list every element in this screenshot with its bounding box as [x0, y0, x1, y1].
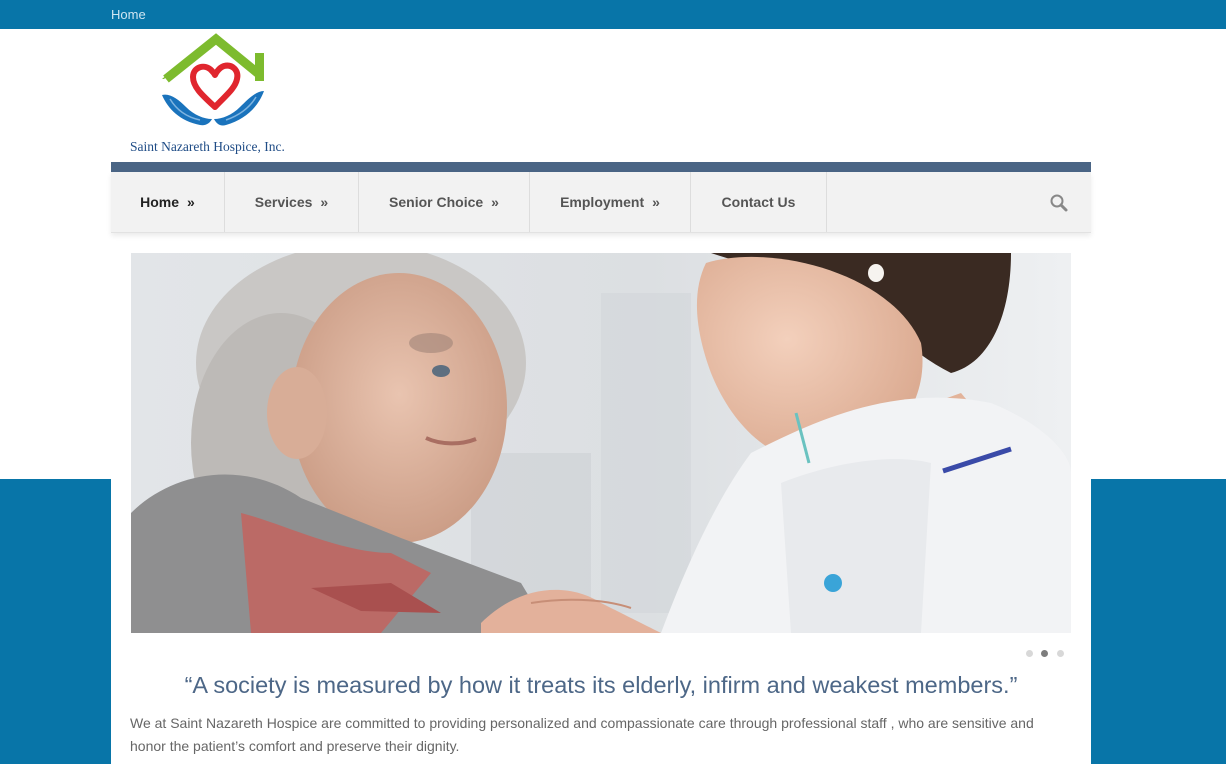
nav-item-home[interactable]: Home »	[111, 172, 225, 232]
search-icon[interactable]	[1049, 193, 1069, 213]
nav-item-label: Contact Us	[721, 194, 796, 210]
nav-item-label: Employment	[560, 194, 645, 210]
main-card: Home » Services » Senior Choice » Employ…	[111, 162, 1091, 764]
chevron-right-icon: »	[652, 194, 660, 210]
hero-quote: “A society is measured by how it treats …	[184, 672, 1018, 698]
intro-paragraph: We at Saint Nazareth Hospice are committ…	[130, 715, 1034, 754]
chevron-right-icon: »	[187, 194, 195, 210]
top-bar: Home	[0, 0, 1226, 29]
nav-item-employment[interactable]: Employment »	[530, 172, 691, 232]
hero-image	[131, 253, 1071, 633]
house-heart-hands-icon	[162, 33, 264, 126]
nav-item-label: Senior Choice	[389, 194, 484, 210]
logo-text: Saint Nazareth Hospice, Inc.	[130, 139, 285, 154]
nav-item-label: Home	[140, 194, 180, 210]
hero-slider[interactable]	[131, 253, 1071, 633]
slider-dot[interactable]	[1057, 650, 1064, 657]
chevron-right-icon: »	[491, 194, 499, 210]
nav-item-services[interactable]: Services »	[225, 172, 359, 232]
page: Home Saint Nazareth Hospice, Inc. Home »	[0, 0, 1226, 764]
slider-dot[interactable]	[1026, 650, 1033, 657]
nav-item-senior-choice[interactable]: Senior Choice »	[359, 172, 530, 232]
nav-item-label: Services	[254, 194, 313, 210]
main-nav: Home » Services » Senior Choice » Employ…	[111, 172, 1091, 233]
chevron-right-icon: »	[320, 194, 329, 210]
nav-top-strip	[111, 162, 1091, 172]
slider-dot-active[interactable]	[1041, 650, 1048, 657]
site-logo[interactable]: Saint Nazareth Hospice, Inc.	[124, 33, 314, 157]
top-home-link[interactable]: Home	[111, 7, 146, 22]
nav-item-contact-us[interactable]: Contact Us	[691, 172, 827, 232]
